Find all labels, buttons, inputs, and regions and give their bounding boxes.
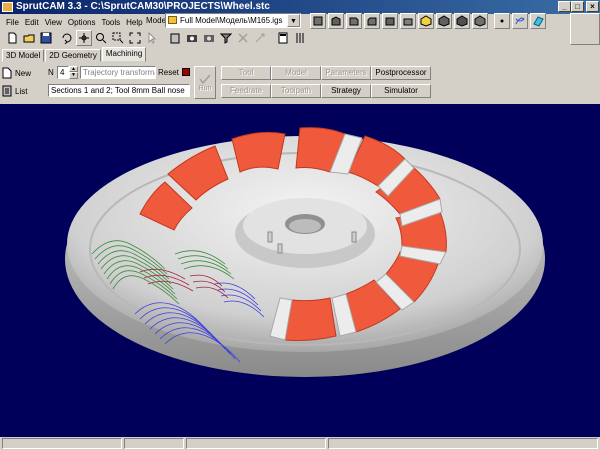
- model-value: Full Model\Модель\M165.igs: [180, 16, 283, 25]
- operation-name-field[interactable]: Trajectory transformatio: [80, 66, 156, 79]
- menu-edit[interactable]: Edit: [25, 18, 39, 27]
- run-button[interactable]: Run: [194, 66, 216, 99]
- chevron-down-icon[interactable]: ▼: [287, 14, 300, 27]
- operation-panel: New List N 4 ▲ ▼ Trajectory transformati…: [0, 62, 600, 103]
- model-select[interactable]: Full Model\Модель\M165.igs ▼: [165, 13, 301, 28]
- toolpath-icon[interactable]: [512, 13, 528, 29]
- view-bottom-icon[interactable]: [400, 13, 416, 29]
- title-bar: SprutCAM 3.3 - C:\SprutCAM30\PROJECTS\Wh…: [0, 0, 600, 14]
- view-iso2-icon[interactable]: [436, 13, 452, 29]
- list-operations-label: List: [15, 86, 28, 96]
- new-operation-icon: [2, 67, 12, 79]
- view-top-icon[interactable]: [310, 13, 326, 29]
- zoom-window-icon[interactable]: [110, 30, 126, 46]
- transform-icon[interactable]: [252, 30, 268, 46]
- feedrate-button[interactable]: Feedrate: [221, 84, 271, 98]
- window-title: SprutCAM 3.3 - C:\SprutCAM30\PROJECTS\Wh…: [16, 1, 270, 12]
- run-label: Run: [198, 85, 212, 92]
- calculator-icon[interactable]: [275, 30, 291, 46]
- filter-icon[interactable]: [218, 30, 234, 46]
- shaded-icon[interactable]: [530, 13, 546, 29]
- model-button[interactable]: Model: [271, 66, 321, 80]
- clipboard-icon[interactable]: [167, 30, 183, 46]
- select-icon[interactable]: [144, 30, 160, 46]
- 3d-viewport[interactable]: [0, 104, 600, 437]
- rotate-icon[interactable]: [59, 30, 75, 46]
- new-operation-label: New: [15, 68, 32, 78]
- view-iso-icon[interactable]: [418, 13, 434, 29]
- new-file-icon[interactable]: [4, 30, 20, 46]
- reset-indicator[interactable]: [182, 68, 190, 76]
- list-operations-button[interactable]: List: [2, 84, 44, 98]
- tab-2d-geometry[interactable]: 2D Geometry: [45, 49, 101, 62]
- view-right-icon[interactable]: [364, 13, 380, 29]
- list-icon: [2, 85, 12, 97]
- tab-machining[interactable]: Machining: [101, 47, 147, 62]
- status-cell-2: [124, 438, 184, 449]
- maximize-button[interactable]: □: [571, 1, 584, 12]
- status-cell-4: [328, 438, 598, 449]
- menu-options[interactable]: Options: [68, 18, 96, 27]
- model-icon: [168, 16, 177, 24]
- main-tabs: 3D Model 2D Geometry Machining: [0, 47, 147, 63]
- status-cell-1: [2, 438, 122, 449]
- operation-number-label: N: [48, 68, 54, 77]
- view-back-icon[interactable]: [382, 13, 398, 29]
- point-icon[interactable]: [494, 13, 510, 29]
- spinner-down-icon[interactable]: ▼: [69, 72, 78, 79]
- parameters-button[interactable]: Parameters: [321, 66, 371, 80]
- operation-number-spinner[interactable]: ▲ ▼: [69, 66, 78, 79]
- menu-bar: File Edit View Options Tools Help: [0, 14, 143, 30]
- new-operation-button[interactable]: New: [2, 66, 44, 80]
- pan-icon[interactable]: [76, 30, 92, 46]
- main-toolbar: [4, 30, 308, 46]
- toolbar-spacer: [570, 13, 600, 45]
- save-file-icon[interactable]: [38, 30, 54, 46]
- menu-file[interactable]: File: [6, 18, 19, 27]
- view-iso4-icon[interactable]: [472, 13, 488, 29]
- zoom-icon[interactable]: [93, 30, 109, 46]
- view-front-icon[interactable]: [328, 13, 344, 29]
- tab-3d-model[interactable]: 3D Model: [2, 49, 45, 62]
- camera-alt-icon[interactable]: [201, 30, 217, 46]
- minimize-button[interactable]: _: [558, 1, 571, 12]
- table-icon[interactable]: [292, 30, 308, 46]
- menu-view[interactable]: View: [45, 18, 62, 27]
- app-icon: [2, 2, 13, 12]
- menu-help[interactable]: Help: [126, 18, 142, 27]
- toolpath-button[interactable]: Toolpath: [271, 84, 321, 98]
- delete-icon[interactable]: [235, 30, 251, 46]
- operation-number-field[interactable]: 4: [57, 66, 69, 79]
- camera-icon[interactable]: [184, 30, 200, 46]
- view-toolbar: [310, 13, 546, 29]
- close-button[interactable]: ×: [586, 1, 599, 12]
- wheel-model-render: [65, 127, 545, 377]
- open-file-icon[interactable]: [21, 30, 37, 46]
- reset-label[interactable]: Reset: [158, 68, 179, 77]
- operation-description-field[interactable]: Sections 1 and 2; Tool 8mm Ball nose: [48, 84, 190, 97]
- check-icon: [199, 74, 211, 85]
- status-bar: [0, 437, 600, 450]
- tool-button[interactable]: Tool: [221, 66, 271, 80]
- view-left-icon[interactable]: [346, 13, 362, 29]
- strategy-button[interactable]: Strategy: [321, 84, 371, 98]
- postprocessor-button[interactable]: Postprocessor: [371, 66, 431, 80]
- view-iso3-icon[interactable]: [454, 13, 470, 29]
- status-cell-3: [186, 438, 326, 449]
- zoom-fit-icon[interactable]: [127, 30, 143, 46]
- simulator-button[interactable]: Simulator: [371, 84, 431, 98]
- menu-tools[interactable]: Tools: [101, 18, 120, 27]
